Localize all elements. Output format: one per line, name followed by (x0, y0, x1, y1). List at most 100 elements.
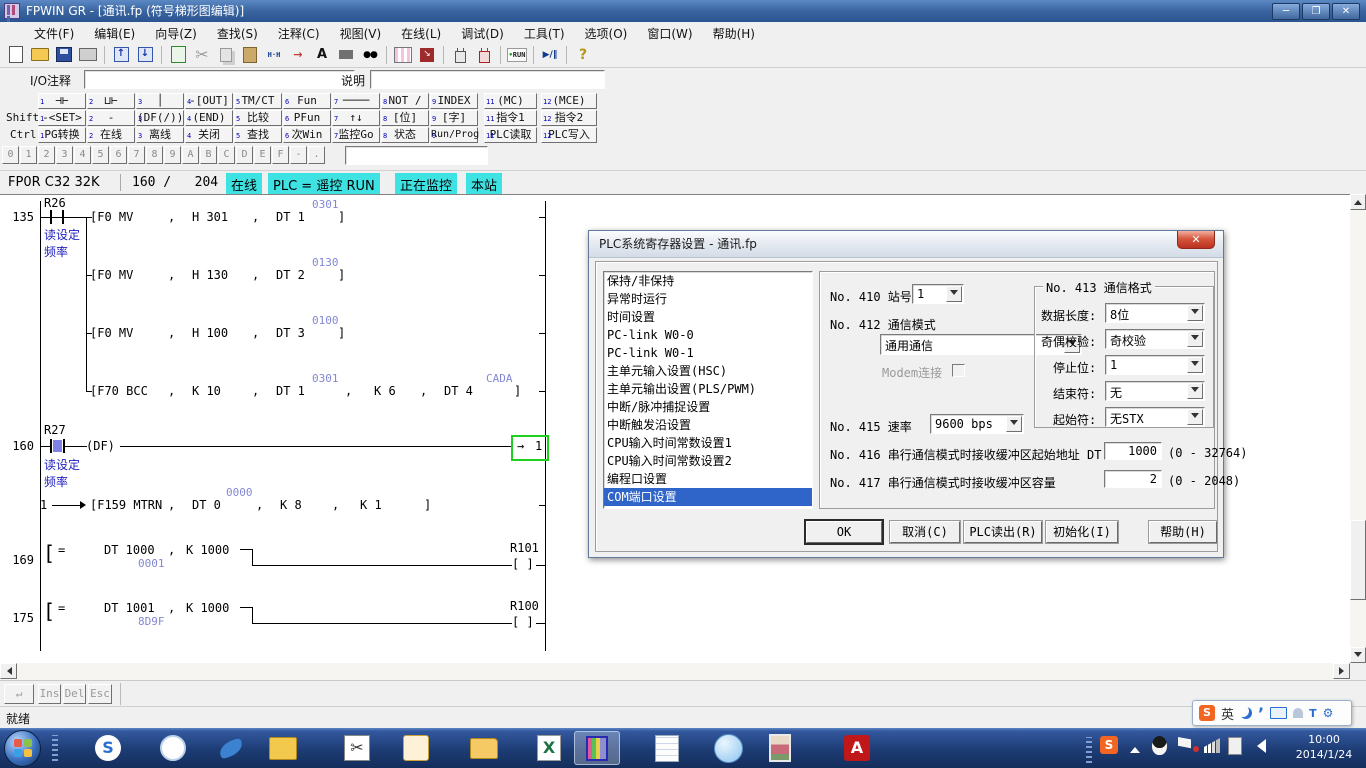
buffer-start-input[interactable]: 1000 (1104, 442, 1162, 460)
fkey-status[interactable]: 8状态 (381, 127, 429, 143)
settings-wrench-icon[interactable]: ⚙ (1323, 706, 1334, 720)
taskbar-mail-icon[interactable] (260, 731, 306, 765)
fkey-word[interactable]: 9[字] (430, 110, 478, 126)
list-item-selected[interactable]: COM端口设置 (604, 488, 812, 506)
fkey-index[interactable]: 9INDEX (430, 93, 478, 109)
fkey-pfun[interactable]: 6PFun (283, 110, 331, 126)
fkey-contact[interactable]: 1⊣⊢ (38, 93, 86, 109)
cut-icon[interactable]: ✂ (191, 44, 213, 66)
ok-button[interactable]: OK (806, 521, 882, 543)
chevron-down-icon[interactable] (1187, 357, 1203, 373)
scroll-left-button[interactable] (0, 663, 17, 679)
fkey-compare[interactable]: 5比较 (234, 110, 282, 126)
dialog-close-button[interactable]: ✕ (1177, 231, 1215, 249)
download-program-icon[interactable]: ↓ (134, 44, 156, 66)
close-button[interactable]: ✕ (1332, 3, 1360, 20)
list-item[interactable]: 主单元输入设置(HSC) (604, 362, 812, 380)
scroll-down-button[interactable] (1350, 647, 1366, 663)
entry-input[interactable] (345, 146, 488, 165)
fkey-bit[interactable]: 8[位] (381, 110, 429, 126)
list-item[interactable]: CPU输入时间常数设置1 (604, 434, 812, 452)
skin-icon[interactable]: T (1309, 707, 1317, 720)
exit-monitor-icon[interactable]: ↘ (416, 44, 438, 66)
tray-qq-penguin-icon[interactable] (1152, 736, 1167, 755)
hexkey-8[interactable]: 8 (146, 146, 163, 164)
upload-program-icon[interactable]: ↑ (110, 44, 132, 66)
io-comment-icon[interactable]: H·H (263, 44, 285, 66)
copy-icon[interactable] (215, 44, 237, 66)
data-length-combo[interactable]: 8位 (1105, 303, 1205, 323)
taskbar-adobe-reader-icon[interactable]: A (834, 731, 880, 765)
taskbar-file-manager-icon[interactable] (461, 731, 507, 765)
hexkey-a[interactable]: A (182, 146, 199, 164)
modem-checkbox[interactable] (952, 364, 965, 377)
list-item[interactable]: 异常时运行 (604, 290, 812, 308)
fkey-pg-convert[interactable]: 1PG转换 (38, 127, 86, 143)
help-icon[interactable]: ? (572, 44, 594, 66)
tray-volume-icon[interactable] (1250, 739, 1266, 753)
initialize-button[interactable]: 初始化(I) (1046, 521, 1118, 543)
hexkey-0[interactable]: 0 (2, 146, 19, 164)
fkey-run-prog[interactable]: 9Run/Prog (430, 127, 478, 143)
jump-icon[interactable]: → (287, 44, 309, 66)
list-item[interactable]: 保持/非保持 (604, 272, 812, 290)
fkey-tmct[interactable]: 5TM/CT (234, 93, 282, 109)
list-item[interactable]: CPU输入时间常数设置2 (604, 452, 812, 470)
ime-language-toggle[interactable]: 英 (1221, 704, 1234, 723)
fkey-search[interactable]: 5查找 (234, 127, 282, 143)
list-item[interactable]: PC-link W0-1 (604, 344, 812, 362)
fkey-next-win[interactable]: 6次Win (283, 127, 331, 143)
list-item[interactable]: 中断触发沿设置 (604, 416, 812, 434)
paste-icon[interactable] (239, 44, 261, 66)
taskbar-qq-icon[interactable] (705, 731, 751, 765)
print-icon[interactable] (77, 44, 99, 66)
taskbar-sogou-browser-icon[interactable]: S (85, 731, 131, 765)
account-icon[interactable] (1293, 708, 1303, 718)
hexkey-c[interactable]: C (218, 146, 235, 164)
station-number-combo[interactable]: 1 (912, 284, 964, 304)
fkey-plc-write[interactable]: 12PLC写入 (541, 127, 597, 143)
hexkey-e[interactable]: E (254, 146, 271, 164)
fkey-out[interactable]: 4-[OUT] (185, 93, 233, 109)
horizontal-scrollbar[interactable] (0, 663, 1350, 680)
hexkey-f[interactable]: F (272, 146, 289, 164)
fkey-mc[interactable]: 11(MC) (484, 93, 537, 109)
run-mode-icon[interactable]: •RUN (506, 44, 528, 66)
fkey-end[interactable]: 4(END) (185, 110, 233, 126)
hexkey-5[interactable]: 5 (92, 146, 109, 164)
enter-key-button[interactable]: ↵ (4, 684, 34, 704)
moon-icon[interactable] (1240, 707, 1252, 719)
chevron-down-icon[interactable] (1187, 409, 1203, 425)
list-item[interactable]: 中断/脉冲捕捉设置 (604, 398, 812, 416)
fkey-fun[interactable]: 6Fun (283, 93, 331, 109)
fkey-vline[interactable]: 3│ (136, 93, 184, 109)
fkey-plc-read[interactable]: 11PLC读取 (484, 127, 537, 143)
hexkey-6[interactable]: 6 (110, 146, 127, 164)
taskbar-thunderbird-icon[interactable] (208, 731, 254, 765)
description-input[interactable] (370, 70, 605, 89)
run-prog-toggle-icon[interactable]: ▶/‖ (539, 44, 561, 66)
restore-button[interactable]: ❐ (1302, 3, 1330, 20)
fkey-mce[interactable]: 12(MCE) (541, 93, 597, 109)
cancel-button[interactable]: 取消(C) (890, 521, 960, 543)
register-category-list[interactable]: 保持/非保持 异常时运行 时间设置 PC-link W0-0 PC-link W… (603, 271, 813, 509)
scroll-right-button[interactable] (1333, 663, 1350, 679)
list-item[interactable]: 编程口设置 (604, 470, 812, 488)
taskbar-excel-icon[interactable]: X (526, 731, 572, 765)
list-item[interactable]: 时间设置 (604, 308, 812, 326)
fkey-inst1[interactable]: 11指令1 (484, 110, 537, 126)
punctuation-icon[interactable]: ’ (1258, 704, 1264, 723)
stop-bit-combo[interactable]: 1 (1105, 355, 1205, 375)
taskbar-notepad-icon[interactable] (644, 731, 690, 765)
start-button[interactable] (4, 730, 41, 767)
find-icon[interactable]: ●● (359, 44, 381, 66)
vertical-scroll-thumb[interactable] (1350, 520, 1366, 600)
fkey-df[interactable]: 3(DF(/)) (136, 110, 184, 126)
taskbar-fpwin-gr-icon[interactable] (574, 731, 620, 765)
io-comment-input[interactable] (84, 70, 355, 89)
esc-key-button[interactable]: Esc (88, 684, 112, 704)
save-icon[interactable] (53, 44, 75, 66)
block-icon[interactable] (335, 44, 357, 66)
fkey-updown[interactable]: 7↑↓ (332, 110, 380, 126)
header-combo[interactable]: 无STX (1105, 407, 1205, 427)
